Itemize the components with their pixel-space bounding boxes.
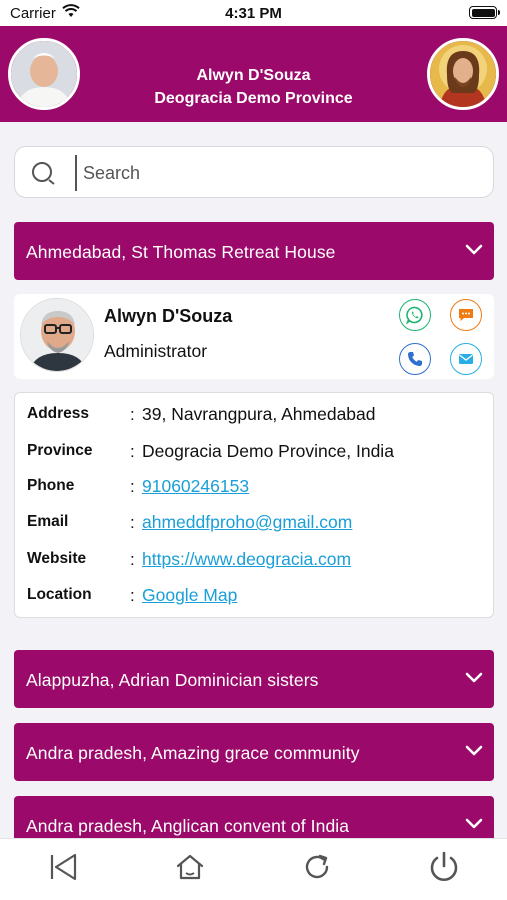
detail-separator: :	[130, 442, 135, 461]
chevron-down-icon	[464, 671, 484, 690]
detail-separator: :	[130, 586, 135, 605]
province-value: Deogracia Demo Province, India	[142, 441, 394, 461]
group-title: Andra pradesh, Amazing grace community	[26, 743, 360, 763]
group-header-alappuzha[interactable]: Alappuzha, Adrian Dominician sisters	[14, 650, 494, 708]
address-value: 39, Navrangpura, Ahmedabad	[142, 404, 376, 424]
call-button[interactable]	[399, 343, 431, 375]
map-link[interactable]: Google Map	[142, 585, 237, 606]
detail-row-email: Email : ahmeddfproho@gmail.com	[15, 509, 495, 539]
detail-label: Email	[27, 513, 69, 530]
home-icon	[176, 854, 204, 880]
chat-icon	[459, 309, 473, 321]
power-icon	[430, 851, 458, 881]
chevron-down-icon	[464, 243, 484, 262]
bottom-toolbar	[0, 838, 507, 900]
pope-avatar	[8, 38, 80, 110]
phone-link[interactable]: 91060246153	[142, 476, 249, 497]
search-bar[interactable]	[14, 146, 494, 198]
chevron-down-icon	[464, 817, 484, 836]
detail-label: Location	[27, 586, 92, 603]
detail-row-province: Province : Deogracia Demo Province, Indi…	[15, 438, 495, 468]
detail-label: Province	[27, 442, 93, 459]
province-name: Deogracia Demo Province	[154, 90, 353, 107]
detail-separator: :	[130, 405, 135, 424]
phone-icon	[408, 352, 422, 366]
status-bar: Carrier 4:31 PM	[0, 0, 507, 26]
refresh-button[interactable]	[301, 851, 333, 883]
chat-button[interactable]	[450, 299, 482, 331]
detail-row-website: Website : https://www.deogracia.com	[15, 546, 495, 576]
contact-card: Alwyn D'Souza Administrator	[14, 294, 494, 379]
detail-separator: :	[130, 550, 135, 569]
detail-row-phone: Phone : 91060246153	[15, 473, 495, 503]
user-name: Alwyn D'Souza	[196, 67, 311, 84]
email-link[interactable]: ahmeddfproho@gmail.com	[142, 512, 352, 533]
refresh-icon	[305, 854, 329, 879]
detail-label: Address	[27, 405, 90, 422]
home-button[interactable]	[174, 851, 206, 883]
whatsapp-button[interactable]	[399, 299, 431, 331]
search-divider	[75, 155, 77, 191]
group-title: Alappuzha, Adrian Dominician sisters	[26, 670, 319, 690]
clock: 4:31 PM	[225, 5, 282, 22]
mail-icon	[459, 354, 473, 364]
back-icon	[50, 853, 77, 881]
group-header-amazing-grace[interactable]: Andra pradesh, Amazing grace community	[14, 723, 494, 781]
search-icon	[31, 161, 57, 192]
details-card: Address : 39, Navrangpura, Ahmedabad Pro…	[14, 392, 494, 618]
contact-name: Alwyn D'Souza	[104, 306, 233, 326]
detail-label: Phone	[27, 477, 75, 494]
chevron-down-icon	[464, 744, 484, 763]
detail-row-address: Address : 39, Navrangpura, Ahmedabad	[15, 401, 495, 431]
app-header: Alwyn D'Souza Deogracia Demo Province	[0, 26, 507, 122]
group-title: Ahmedabad, St Thomas Retreat House	[26, 242, 336, 262]
group-title: Andra pradesh, Anglican convent of India	[26, 816, 350, 836]
group-header-ahmedabad[interactable]: Ahmedabad, St Thomas Retreat House	[14, 222, 494, 280]
mail-button[interactable]	[450, 343, 482, 375]
detail-row-location: Location : Google Map	[15, 582, 495, 612]
search-input[interactable]	[83, 157, 483, 189]
detail-separator: :	[130, 513, 135, 532]
website-link[interactable]: https://www.deogracia.com	[142, 549, 351, 570]
contact-role: Administrator	[104, 341, 208, 361]
whatsapp-icon	[406, 306, 423, 324]
detail-label: Website	[27, 550, 87, 567]
avatar	[20, 298, 94, 372]
logout-button[interactable]	[428, 851, 460, 883]
jesus-avatar	[427, 38, 499, 110]
detail-separator: :	[130, 477, 135, 496]
back-button[interactable]	[48, 851, 80, 883]
battery-icon	[469, 6, 500, 19]
